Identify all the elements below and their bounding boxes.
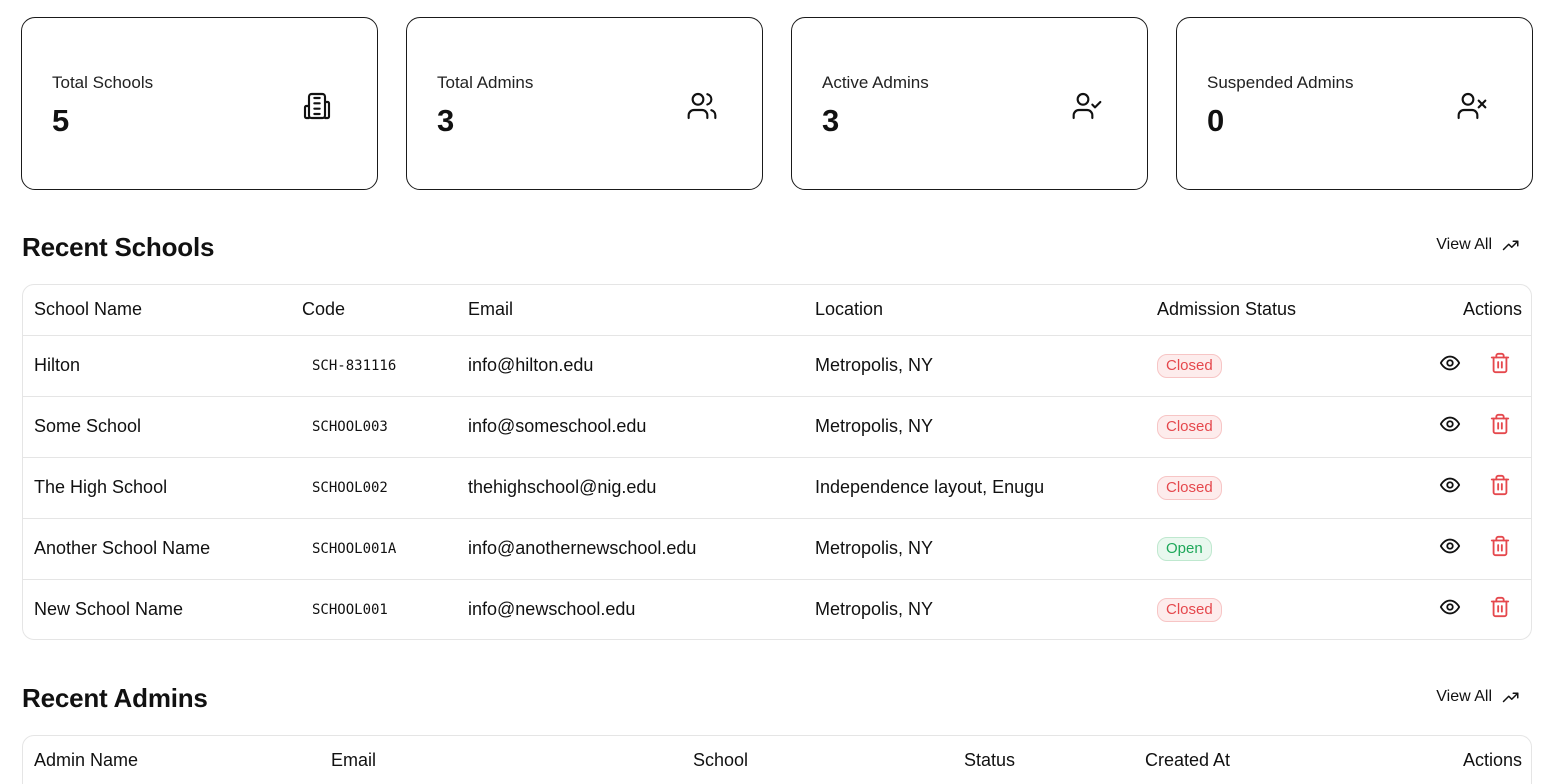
school-email: thehighschool@nig.edu — [457, 457, 804, 519]
table-header-row: Admin Name Email School Status Created A… — [23, 736, 1531, 784]
view-all-label: View All — [1436, 236, 1492, 253]
stat-card-total-schools: Total Schools 5 — [21, 17, 378, 190]
delete-icon[interactable] — [1489, 352, 1511, 374]
view-all-admins-link[interactable]: View All — [1436, 688, 1520, 706]
actions-cell — [1346, 335, 1531, 397]
school-code: SCHOOL003 — [291, 396, 457, 458]
stat-card-total-admins: Total Admins 3 — [406, 17, 763, 190]
actions-cell — [1346, 396, 1531, 458]
school-name: Another School Name — [23, 518, 291, 580]
school-email: info@anothernewschool.edu — [457, 518, 804, 580]
status-cell: Closed — [1146, 396, 1346, 458]
view-all-schools-link[interactable]: View All — [1436, 236, 1520, 254]
delete-icon[interactable] — [1489, 535, 1511, 557]
table-header-row: School Name Code Email Location Admissio… — [23, 285, 1531, 336]
school-location: Metropolis, NY — [804, 396, 1146, 458]
status-badge: Closed — [1157, 353, 1222, 378]
column-header: Email — [457, 285, 804, 336]
school-location: Independence layout, Enugu — [804, 457, 1146, 519]
delete-icon[interactable] — [1489, 413, 1511, 435]
school-code: SCHOOL002 — [291, 457, 457, 519]
school-location: Metropolis, NY — [804, 518, 1146, 580]
stat-value: 0 — [1207, 103, 1225, 138]
column-header: Email — [320, 736, 682, 784]
school-code: SCHOOL001A — [291, 518, 457, 580]
status-badge: Closed — [1157, 597, 1222, 622]
view-icon[interactable] — [1439, 535, 1461, 557]
column-header: School Name — [23, 285, 291, 336]
recent-schools-table: School Name Code Email Location Admissio… — [22, 284, 1532, 640]
user-x-icon — [1456, 90, 1488, 122]
stat-label: Total Schools — [52, 73, 154, 92]
status-badge: Open — [1157, 536, 1212, 561]
school-location: Metropolis, NY — [804, 335, 1146, 397]
stat-value: 3 — [437, 103, 455, 138]
stat-label: Total Admins — [437, 73, 534, 92]
column-header: Actions — [1346, 285, 1531, 336]
school-name: Hilton — [23, 335, 291, 397]
recent-admins-title: Recent Admins — [22, 683, 208, 713]
school-email: info@someschool.edu — [457, 396, 804, 458]
users-icon — [686, 90, 718, 122]
school-email: info@newschool.edu — [468, 599, 636, 620]
table-row: The High School SCHOOL002 thehighschool@… — [23, 457, 1531, 519]
stat-label: Suspended Admins — [1207, 73, 1354, 92]
column-header: Actions — [1354, 736, 1531, 784]
view-icon[interactable] — [1439, 413, 1461, 435]
status-cell: Closed — [1146, 335, 1346, 397]
table-row: Hilton SCH-831116 info@hilton.edu Metrop… — [23, 335, 1531, 397]
column-header: Admission Status — [1146, 285, 1346, 336]
table-row: New School Name SCHOOL001 info@newschool… — [23, 579, 1531, 639]
column-header: School — [682, 736, 953, 784]
column-header: Admin Name — [23, 736, 320, 784]
stat-card-suspended-admins: Suspended Admins 0 — [1176, 17, 1533, 190]
table-row: Another School Name SCHOOL001A info@anot… — [23, 518, 1531, 580]
stats-row: Total Schools 5 Total Admins 3 Active Ad… — [21, 17, 1533, 190]
column-header: Location — [804, 285, 1146, 336]
delete-icon[interactable] — [1489, 474, 1511, 496]
school-code: SCHOOL001 — [312, 601, 388, 618]
view-icon[interactable] — [1439, 474, 1461, 496]
school-name: Some School — [23, 396, 291, 458]
trending-up-icon — [1502, 240, 1519, 251]
stat-value: 5 — [52, 103, 70, 138]
status-cell: Open — [1146, 518, 1346, 580]
stat-label: Active Admins — [822, 73, 929, 92]
column-header: Code — [291, 285, 457, 336]
status-cell: Closed — [1146, 457, 1346, 519]
trending-up-icon — [1502, 692, 1519, 703]
actions-cell — [1346, 457, 1531, 519]
status-badge: Closed — [1157, 475, 1222, 500]
stat-value: 3 — [822, 103, 840, 138]
view-icon[interactable] — [1439, 352, 1461, 374]
school-email: info@hilton.edu — [457, 335, 804, 397]
view-all-label: View All — [1436, 688, 1492, 705]
school-location: Metropolis, NY — [815, 599, 934, 620]
recent-admins-table: Admin Name Email School Status Created A… — [22, 735, 1532, 784]
delete-icon[interactable] — [1489, 596, 1511, 618]
school-name: New School Name — [34, 599, 184, 620]
school-name: The High School — [23, 457, 291, 519]
column-header: Created At — [1134, 736, 1354, 784]
table-row: Some School SCHOOL003 info@someschool.ed… — [23, 396, 1531, 458]
user-check-icon — [1071, 90, 1103, 122]
building-icon — [301, 90, 333, 122]
recent-schools-title: Recent Schools — [22, 232, 215, 262]
actions-cell — [1346, 579, 1531, 639]
school-code: SCH-831116 — [291, 335, 457, 397]
stat-card-active-admins: Active Admins 3 — [791, 17, 1148, 190]
status-badge: Closed — [1157, 414, 1222, 439]
view-icon[interactable] — [1439, 596, 1461, 618]
status-cell: Closed — [1146, 579, 1346, 639]
actions-cell — [1346, 518, 1531, 580]
column-header: Status — [953, 736, 1134, 784]
